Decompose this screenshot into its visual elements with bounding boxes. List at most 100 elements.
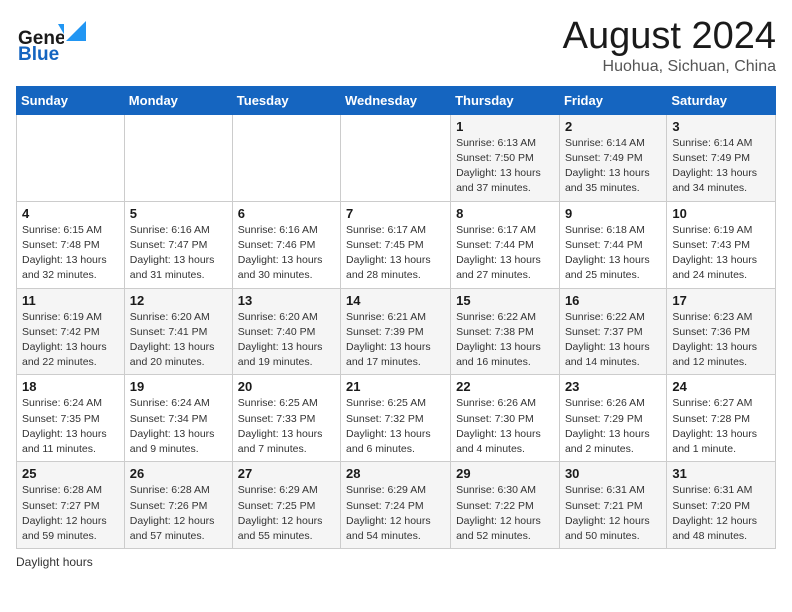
day-detail: Sunrise: 6:31 AMSunset: 7:20 PMDaylight:…	[672, 483, 770, 544]
col-tuesday: Tuesday	[232, 86, 340, 114]
svg-text:Blue: Blue	[18, 44, 59, 64]
col-wednesday: Wednesday	[341, 86, 451, 114]
page-title: August 2024	[563, 16, 776, 58]
day-detail: Sunrise: 6:19 AMSunset: 7:42 PMDaylight:…	[22, 310, 119, 371]
logo: General Blue	[16, 16, 86, 64]
table-row: 7Sunrise: 6:17 AMSunset: 7:45 PMDaylight…	[341, 201, 451, 288]
day-number: 19	[130, 379, 227, 394]
day-detail: Sunrise: 6:27 AMSunset: 7:28 PMDaylight:…	[672, 396, 770, 457]
table-row	[232, 114, 340, 201]
day-number: 31	[672, 466, 770, 481]
day-detail: Sunrise: 6:28 AMSunset: 7:26 PMDaylight:…	[130, 483, 227, 544]
table-row: 11 Sunrise: 6:19 AMSunset: 7:42 PMDayligh…	[17, 288, 125, 375]
table-row: 16 Sunrise: 6:22 AMSunset: 7:37 PMDayligh…	[559, 288, 666, 375]
calendar-week-row: 18Sunrise: 6:24 AMSunset: 7:35 PMDayligh…	[17, 375, 776, 462]
day-number: 20	[238, 379, 335, 394]
day-detail: Sunrise: 6:13 AMSunset: 7:50 PMDaylight:…	[456, 136, 554, 197]
day-number: 13	[238, 293, 335, 308]
day-detail: Sunrise: 6:24 AMSunset: 7:35 PMDaylight:…	[22, 396, 119, 457]
day-detail: Sunrise: 6:14 AMSunset: 7:49 PMDaylight:…	[565, 136, 661, 197]
day-number: 11	[22, 293, 119, 308]
day-detail: Sunrise: 6:26 AMSunset: 7:29 PMDaylight:…	[565, 396, 661, 457]
table-row: 24 Sunrise: 6:27 AMSunset: 7:28 PMDayligh…	[667, 375, 776, 462]
table-row	[124, 114, 232, 201]
day-detail: Sunrise: 6:17 AMSunset: 7:45 PMDaylight:…	[346, 223, 445, 284]
calendar-week-row: 1Sunrise: 6:13 AMSunset: 7:50 PMDaylight…	[17, 114, 776, 201]
table-row: 10 Sunrise: 6:19 AMSunset: 7:43 PMDayligh…	[667, 201, 776, 288]
table-row: 20 Sunrise: 6:25 AMSunset: 7:33 PMDayligh…	[232, 375, 340, 462]
col-friday: Friday	[559, 86, 666, 114]
table-row: 18Sunrise: 6:24 AMSunset: 7:35 PMDayligh…	[17, 375, 125, 462]
calendar-week-row: 25Sunrise: 6:28 AMSunset: 7:27 PMDayligh…	[17, 462, 776, 549]
table-row: 26 Sunrise: 6:28 AMSunset: 7:26 PMDayligh…	[124, 462, 232, 549]
day-number: 22	[456, 379, 554, 394]
footer: Daylight hours	[16, 555, 776, 569]
day-number: 24	[672, 379, 770, 394]
day-detail: Sunrise: 6:16 AMSunset: 7:46 PMDaylight:…	[238, 223, 335, 284]
page-header: General Blue August 2024 Huohua, Sichuan…	[16, 16, 776, 76]
col-saturday: Saturday	[667, 86, 776, 114]
table-row: 2 Sunrise: 6:14 AMSunset: 7:49 PMDaylight…	[559, 114, 666, 201]
day-detail: Sunrise: 6:21 AMSunset: 7:39 PMDaylight:…	[346, 310, 445, 371]
page-subtitle: Huohua, Sichuan, China	[563, 58, 776, 76]
day-detail: Sunrise: 6:25 AMSunset: 7:33 PMDaylight:…	[238, 396, 335, 457]
col-thursday: Thursday	[451, 86, 560, 114]
day-number: 10	[672, 206, 770, 221]
day-number: 8	[456, 206, 554, 221]
calendar-header-row: Sunday Monday Tuesday Wednesday Thursday…	[17, 86, 776, 114]
table-row: 6Sunrise: 6:16 AMSunset: 7:46 PMDaylight…	[232, 201, 340, 288]
day-detail: Sunrise: 6:18 AMSunset: 7:44 PMDaylight:…	[565, 223, 661, 284]
day-detail: Sunrise: 6:20 AMSunset: 7:41 PMDaylight:…	[130, 310, 227, 371]
day-detail: Sunrise: 6:24 AMSunset: 7:34 PMDaylight:…	[130, 396, 227, 457]
day-number: 27	[238, 466, 335, 481]
day-detail: Sunrise: 6:29 AMSunset: 7:25 PMDaylight:…	[238, 483, 335, 544]
day-detail: Sunrise: 6:26 AMSunset: 7:30 PMDaylight:…	[456, 396, 554, 457]
col-sunday: Sunday	[17, 86, 125, 114]
day-number: 21	[346, 379, 445, 394]
footer-text: Daylight hours	[16, 555, 93, 569]
table-row	[341, 114, 451, 201]
day-number: 23	[565, 379, 661, 394]
day-detail: Sunrise: 6:25 AMSunset: 7:32 PMDaylight:…	[346, 396, 445, 457]
table-row: 5Sunrise: 6:16 AMSunset: 7:47 PMDaylight…	[124, 201, 232, 288]
day-number: 29	[456, 466, 554, 481]
day-number: 2	[565, 119, 661, 134]
day-number: 28	[346, 466, 445, 481]
logo-triangle-icon	[66, 21, 86, 41]
day-number: 5	[130, 206, 227, 221]
table-row: 4 Sunrise: 6:15 AMSunset: 7:48 PMDaylight…	[17, 201, 125, 288]
table-row: 15Sunrise: 6:22 AMSunset: 7:38 PMDayligh…	[451, 288, 560, 375]
table-row: 12Sunrise: 6:20 AMSunset: 7:41 PMDayligh…	[124, 288, 232, 375]
day-detail: Sunrise: 6:30 AMSunset: 7:22 PMDaylight:…	[456, 483, 554, 544]
table-row: 14 Sunrise: 6:21 AMSunset: 7:39 PMDayligh…	[341, 288, 451, 375]
table-row: 23 Sunrise: 6:26 AMSunset: 7:29 PMDayligh…	[559, 375, 666, 462]
day-detail: Sunrise: 6:20 AMSunset: 7:40 PMDaylight:…	[238, 310, 335, 371]
table-row: 31 Sunrise: 6:31 AMSunset: 7:20 PMDayligh…	[667, 462, 776, 549]
table-row: 22 Sunrise: 6:26 AMSunset: 7:30 PMDayligh…	[451, 375, 560, 462]
day-number: 4	[22, 206, 119, 221]
day-detail: Sunrise: 6:28 AMSunset: 7:27 PMDaylight:…	[22, 483, 119, 544]
table-row: 19 Sunrise: 6:24 AMSunset: 7:34 PMDayligh…	[124, 375, 232, 462]
calendar-table: Sunday Monday Tuesday Wednesday Thursday…	[16, 86, 776, 549]
day-number: 14	[346, 293, 445, 308]
table-row: 28Sunrise: 6:29 AMSunset: 7:24 PMDayligh…	[341, 462, 451, 549]
day-number: 26	[130, 466, 227, 481]
calendar-week-row: 4 Sunrise: 6:15 AMSunset: 7:48 PMDaylight…	[17, 201, 776, 288]
day-number: 17	[672, 293, 770, 308]
day-detail: Sunrise: 6:22 AMSunset: 7:37 PMDaylight:…	[565, 310, 661, 371]
table-row: 27 Sunrise: 6:29 AMSunset: 7:25 PMDayligh…	[232, 462, 340, 549]
day-detail: Sunrise: 6:19 AMSunset: 7:43 PMDaylight:…	[672, 223, 770, 284]
day-number: 16	[565, 293, 661, 308]
title-block: August 2024 Huohua, Sichuan, China	[563, 16, 776, 76]
day-detail: Sunrise: 6:31 AMSunset: 7:21 PMDaylight:…	[565, 483, 661, 544]
table-row: 29 Sunrise: 6:30 AMSunset: 7:22 PMDayligh…	[451, 462, 560, 549]
col-monday: Monday	[124, 86, 232, 114]
table-row: 3Sunrise: 6:14 AMSunset: 7:49 PMDaylight…	[667, 114, 776, 201]
calendar-week-row: 11 Sunrise: 6:19 AMSunset: 7:42 PMDayligh…	[17, 288, 776, 375]
day-detail: Sunrise: 6:23 AMSunset: 7:36 PMDaylight:…	[672, 310, 770, 371]
table-row: 9Sunrise: 6:18 AMSunset: 7:44 PMDaylight…	[559, 201, 666, 288]
day-detail: Sunrise: 6:17 AMSunset: 7:44 PMDaylight:…	[456, 223, 554, 284]
table-row: 30Sunrise: 6:31 AMSunset: 7:21 PMDayligh…	[559, 462, 666, 549]
table-row: 21 Sunrise: 6:25 AMSunset: 7:32 PMDayligh…	[341, 375, 451, 462]
day-detail: Sunrise: 6:15 AMSunset: 7:48 PMDaylight:…	[22, 223, 119, 284]
